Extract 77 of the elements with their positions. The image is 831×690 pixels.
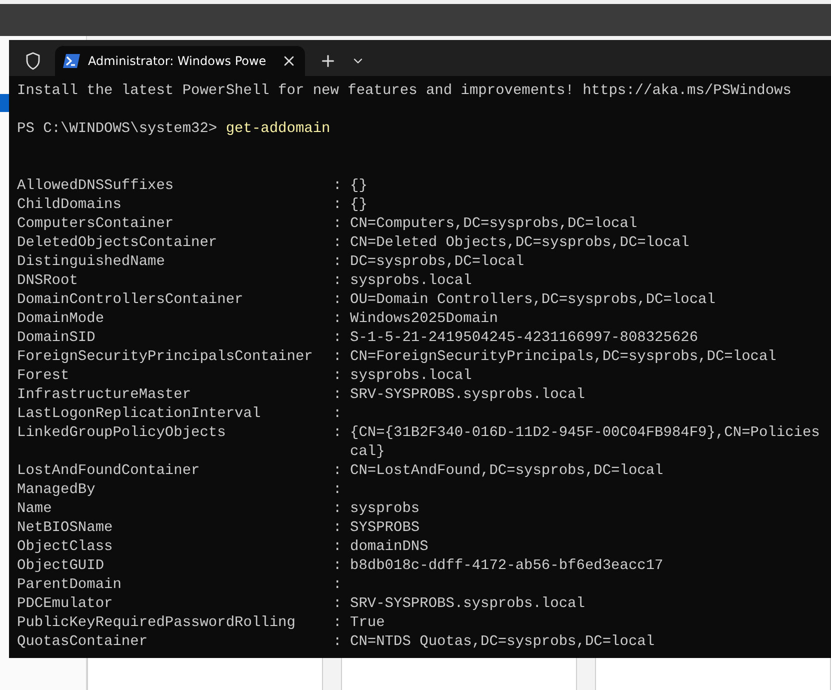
command-text: get-addomain bbox=[226, 121, 330, 137]
property-value: CN=LostAndFound,DC=sysprobs,DC=local bbox=[350, 462, 664, 481]
property-value: sysprobs.local bbox=[350, 272, 473, 291]
separator-text: : bbox=[333, 386, 343, 405]
shield-icon[interactable] bbox=[25, 52, 41, 70]
separator-text: : bbox=[333, 234, 343, 253]
separator-text: : bbox=[333, 177, 343, 196]
property-value: {} bbox=[350, 177, 368, 196]
property-value: OU=Domain Controllers,DC=sysprobs,DC=local bbox=[350, 291, 716, 310]
property-name: DomainMode bbox=[17, 310, 106, 329]
property-name: PublicKeyRequiredPasswordRolling bbox=[17, 614, 296, 633]
separator-text: : bbox=[333, 272, 343, 291]
separator-text: : bbox=[333, 291, 343, 310]
separator-text: : bbox=[333, 462, 343, 481]
property-value: domainDNS bbox=[350, 538, 430, 557]
separator-text: : bbox=[333, 500, 343, 519]
new-tab-icon[interactable] bbox=[319, 52, 337, 70]
separator-text: : bbox=[333, 538, 343, 557]
property-value: {CN={31B2F340-016D-11D2-945F-00C04FB984F9},CN=Policies bbox=[350, 424, 821, 443]
property-value: SRV-SYSPROBS.sysprobs.local bbox=[350, 386, 586, 405]
property-value: CN=Computers,DC=sysprobs,DC=local bbox=[350, 215, 638, 234]
terminal-tab[interactable]: Administrator: Windows Powe bbox=[55, 46, 305, 76]
property-name: QuotasContainer bbox=[17, 633, 149, 652]
property-name: ChildDomains bbox=[17, 196, 122, 215]
separator-text: : bbox=[333, 481, 343, 500]
property-value: {} bbox=[350, 196, 368, 215]
separator-text: : bbox=[333, 424, 343, 443]
separator-text: : bbox=[333, 405, 343, 424]
separator-text: : bbox=[333, 614, 343, 633]
property-value: CN=ForeignSecurityPrincipals,DC=sysprobs,DC=local bbox=[350, 348, 778, 367]
property-value: SYSPROBS bbox=[350, 519, 421, 538]
property-name: ComputersContainer bbox=[17, 215, 175, 234]
property-value: CN=Deleted Objects,DC=sysprobs,DC=local bbox=[350, 234, 690, 253]
banner-text: Install the latest PowerShell for new features and improvements! https://aka.ms/PSWindows bbox=[17, 82, 792, 101]
property-value: Windows2025Domain bbox=[350, 310, 499, 329]
powershell-icon bbox=[63, 54, 80, 68]
separator-text: : bbox=[333, 595, 343, 614]
separator-text: : bbox=[333, 215, 343, 234]
property-value: sysprobs bbox=[350, 500, 421, 519]
property-name: ManagedBy bbox=[17, 481, 96, 500]
property-name: ForeignSecurityPrincipalsContainer bbox=[17, 348, 314, 367]
separator-text: : bbox=[333, 576, 343, 595]
property-name: DistinguishedName bbox=[17, 253, 166, 272]
separator-text: : bbox=[333, 310, 343, 329]
property-name: DeletedObjectsContainer bbox=[17, 234, 218, 253]
property-name: LostAndFoundContainer bbox=[17, 462, 201, 481]
property-value: True bbox=[350, 614, 386, 633]
property-value: b8db018c-ddff-4172-ab56-bf6ed3eacc17 bbox=[350, 557, 664, 576]
separator-text: : bbox=[333, 253, 343, 272]
property-name: AllowedDNSSuffixes bbox=[17, 177, 175, 196]
property-value: CN=NTDS Quotas,DC=sysprobs,DC=local bbox=[350, 633, 656, 652]
separator-text: : bbox=[333, 348, 343, 367]
property-value: S-1-5-21-2419504245-4231166997-808325626 bbox=[350, 329, 700, 348]
property-name: ParentDomain bbox=[17, 576, 122, 595]
prompt-text: PS C:\WINDOWS\system32> bbox=[17, 121, 218, 137]
separator-text: : bbox=[333, 519, 343, 538]
property-value-continuation: cal} bbox=[350, 443, 386, 462]
property-name: PDCEmulator bbox=[17, 595, 114, 614]
property-name: DomainSID bbox=[17, 329, 96, 348]
separator-text: : bbox=[333, 196, 343, 215]
property-name: ObjectGUID bbox=[17, 557, 106, 576]
property-name: DNSRoot bbox=[17, 272, 79, 291]
separator-text: : bbox=[333, 329, 343, 348]
separator-text: : bbox=[333, 367, 343, 386]
property-value: sysprobs.local bbox=[350, 367, 473, 386]
property-value: DC=sysprobs,DC=local bbox=[350, 253, 526, 272]
property-value: SRV-SYSPROBS.sysprobs.local bbox=[350, 595, 586, 614]
property-name: NetBIOSName bbox=[17, 519, 114, 538]
property-name: DomainControllersContainer bbox=[17, 291, 244, 310]
property-name: ObjectClass bbox=[17, 538, 114, 557]
property-name: LinkedGroupPolicyObjects bbox=[17, 424, 227, 443]
property-name: Name bbox=[17, 500, 53, 519]
property-name: InfrastructureMaster bbox=[17, 386, 192, 405]
separator-text: : bbox=[333, 557, 343, 576]
separator-text: : bbox=[333, 633, 343, 652]
property-name: Forest bbox=[17, 367, 70, 386]
property-name: LastLogonReplicationInterval bbox=[17, 405, 262, 424]
